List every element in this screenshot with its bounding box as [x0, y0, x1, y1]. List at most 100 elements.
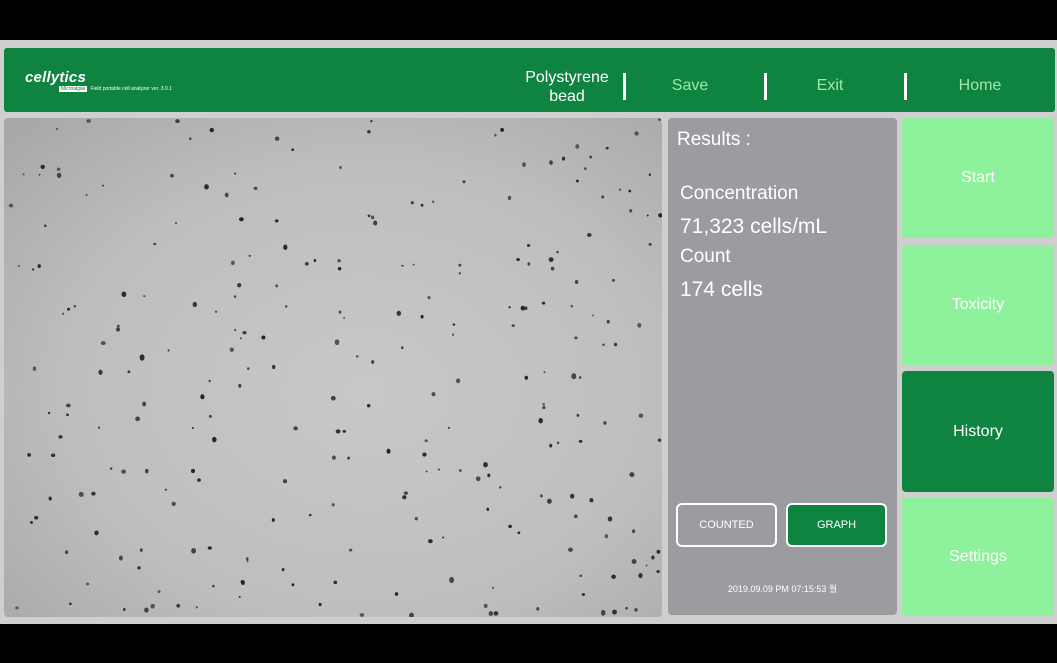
cell-particle: [231, 260, 235, 266]
cell-particle: [247, 367, 250, 370]
cell-particle: [40, 164, 45, 170]
cell-particle: [574, 279, 579, 285]
history-button[interactable]: History: [902, 371, 1054, 492]
cell-particle: [64, 550, 69, 555]
count-value: 174 cells: [680, 278, 763, 301]
cell-particle: [410, 201, 414, 205]
cell-particle: [570, 493, 575, 499]
cell-particle: [66, 307, 71, 311]
cell-particle: [78, 491, 84, 497]
cell-particle: [69, 602, 72, 606]
cell-particle: [516, 257, 520, 262]
cell-particle: [339, 166, 342, 169]
cell-particle: [30, 521, 33, 524]
cell-particle: [646, 214, 649, 217]
nav-divider: [764, 73, 767, 100]
cell-particle: [284, 305, 288, 308]
cell-particle: [452, 323, 456, 326]
cell-particle: [538, 417, 543, 424]
cell-particle: [414, 517, 418, 521]
cell-particle: [483, 603, 488, 609]
cell-particle: [458, 263, 462, 267]
cell-particle: [637, 322, 642, 328]
cell-particle: [191, 547, 197, 554]
cell-particle: [65, 403, 71, 408]
cell-particle: [488, 611, 493, 616]
cell-particle: [195, 606, 198, 609]
cell-particle: [85, 194, 88, 196]
cell-particle: [239, 337, 242, 340]
cell-particle: [176, 603, 181, 608]
cell-particle: [578, 439, 583, 443]
save-button[interactable]: Save: [644, 75, 736, 97]
cell-particle: [200, 394, 205, 400]
cell-particle: [657, 438, 662, 443]
concentration-label: Concentration: [680, 183, 799, 204]
cell-particle: [17, 265, 20, 267]
cell-particle: [137, 566, 141, 570]
cell-particle: [536, 607, 540, 611]
cell-particle: [656, 549, 661, 554]
cell-particle: [143, 295, 146, 298]
cell-particle: [425, 470, 428, 473]
cell-particle: [543, 371, 546, 374]
cell-particle: [283, 244, 288, 250]
cell-particle: [56, 167, 61, 171]
cell-particle: [34, 515, 39, 520]
cell-particle: [645, 564, 648, 567]
cell-particle: [238, 383, 242, 388]
cell-particle: [98, 369, 103, 375]
cell-particle: [157, 590, 161, 594]
home-button[interactable]: Home: [934, 75, 1026, 97]
cell-particle: [420, 314, 424, 319]
cell-particle: [628, 189, 632, 193]
cell-particle: [600, 609, 606, 616]
graph-button[interactable]: GRAPH: [786, 503, 887, 547]
cell-particle: [499, 486, 502, 489]
cell-particle: [139, 354, 145, 361]
cell-particle: [618, 188, 622, 191]
cell-particle: [606, 320, 610, 324]
cell-particle: [337, 266, 342, 271]
cell-particle: [135, 416, 141, 422]
cell-particle: [581, 593, 586, 596]
cell-particle: [629, 208, 633, 213]
cell-particle: [212, 584, 215, 588]
cell-particle: [334, 339, 340, 346]
cell-particle: [611, 278, 616, 282]
cell-particle: [207, 546, 212, 550]
toxicity-button[interactable]: Toxicity: [902, 245, 1054, 365]
cell-particle: [253, 186, 258, 191]
cell-particle: [291, 148, 295, 152]
cell-particle: [337, 259, 341, 263]
header-bar: cellytics Microalgae Field portable cell …: [4, 48, 1055, 112]
cell-particle: [272, 364, 276, 370]
cell-particle: [571, 373, 577, 380]
settings-button[interactable]: Settings: [902, 498, 1054, 616]
start-button[interactable]: Start: [902, 118, 1054, 238]
cell-particle: [602, 343, 605, 347]
counted-button[interactable]: COUNTED: [676, 503, 777, 547]
cell-particle: [462, 180, 466, 184]
exit-button[interactable]: Exit: [784, 75, 876, 97]
cell-particle: [575, 179, 579, 183]
cell-particle: [542, 403, 545, 406]
cell-particle: [449, 576, 455, 584]
cell-particle: [291, 583, 295, 587]
cell-particle: [370, 120, 373, 123]
cell-particle: [603, 421, 607, 425]
cell-particle: [508, 305, 511, 309]
cell-particle: [32, 366, 37, 371]
cell-particle: [50, 453, 56, 458]
cell-particle: [127, 370, 131, 374]
cell-particle: [338, 310, 342, 314]
cell-particle: [486, 507, 490, 511]
cell-particle: [366, 404, 371, 408]
cell-particle: [43, 224, 47, 227]
cell-particle: [656, 569, 660, 574]
cell-particle: [197, 478, 201, 482]
cell-particle: [526, 243, 531, 247]
cell-particle: [55, 127, 59, 130]
cell-particle: [293, 426, 298, 431]
cell-particle: [578, 376, 582, 379]
